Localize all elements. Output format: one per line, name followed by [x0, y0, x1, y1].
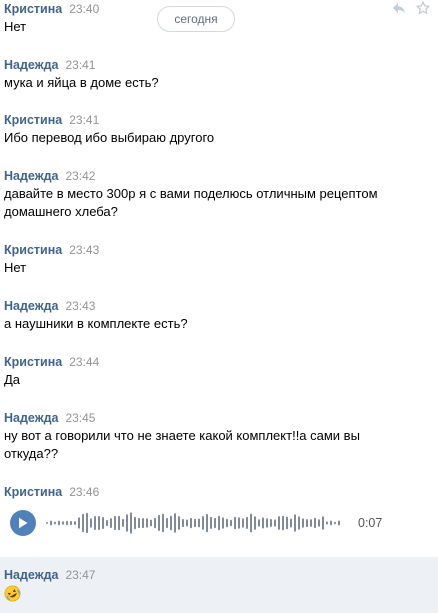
rolling-on-floor-laughing-emoji	[4, 585, 21, 602]
message-text: а наушники в комплекте есть?	[4, 316, 188, 331]
message[interactable]: Надежда 23:41 мука и яйца в доме есть?	[0, 56, 438, 92]
message[interactable]: Надежда 23:45 ну вот а говорили что не зн…	[0, 409, 438, 463]
voice-duration: 0:07	[358, 516, 383, 530]
message-author[interactable]: Кристина	[4, 113, 62, 127]
message-time[interactable]: 23:41	[69, 113, 99, 127]
message-time[interactable]: 23:47	[65, 568, 95, 582]
message-time[interactable]: 23:42	[65, 169, 95, 183]
message-author[interactable]: Кристина	[4, 355, 62, 369]
message-time[interactable]: 23:40	[69, 2, 99, 16]
chat-history: Кристина 23:40 Нет сегодня Надежда 23:41 м…	[0, 0, 438, 613]
date-divider: сегодня	[157, 6, 235, 32]
message-time[interactable]: 23:46	[69, 485, 99, 499]
message-author[interactable]: Кристина	[4, 243, 62, 257]
message-actions	[392, 0, 430, 16]
message-author[interactable]: Надежда	[4, 169, 58, 183]
message[interactable]: Кристина 23:44 Да	[0, 353, 438, 389]
message-author[interactable]: Надежда	[4, 411, 58, 425]
message-text: Нет	[4, 260, 27, 275]
message-text: Ибо перевод ибо выбираю другого	[4, 130, 215, 145]
message-time[interactable]: 23:43	[65, 299, 95, 313]
message[interactable]: Кристина 23:43 Нет	[0, 241, 438, 277]
message-time[interactable]: 23:43	[69, 243, 99, 257]
message-text: давайте в место 300р я с вами поделюсь о…	[4, 186, 378, 219]
message[interactable]: Надежда 23:42 давайте в место 300р я с ва…	[0, 167, 438, 221]
message-text: мука и яйца в доме есть?	[4, 75, 159, 90]
message-author[interactable]: Надежда	[4, 568, 58, 582]
star-icon[interactable]	[416, 1, 430, 15]
voice-message: 0:07	[10, 510, 430, 536]
message-time[interactable]: 23:45	[65, 411, 95, 425]
message-time[interactable]: 23:41	[65, 58, 95, 72]
message[interactable]: Надежда 23:43 а наушники в комплекте есть…	[0, 297, 438, 333]
voice-waveform[interactable]	[46, 511, 344, 535]
message[interactable]: Кристина 23:41 Ибо перевод ибо выбираю др…	[0, 111, 438, 147]
message-time[interactable]: 23:44	[69, 355, 99, 369]
message-text: ну вот а говорили что не знаете какой ко…	[4, 428, 360, 461]
message-author[interactable]: Кристина	[4, 485, 62, 499]
reply-arrow-icon[interactable]	[392, 1, 406, 15]
message-author[interactable]: Надежда	[4, 58, 58, 72]
play-button[interactable]	[10, 510, 36, 536]
message-author[interactable]: Кристина	[4, 2, 62, 16]
message-text: Да	[4, 372, 21, 387]
message-author[interactable]: Надежда	[4, 299, 58, 313]
play-icon	[19, 517, 28, 529]
message[interactable]: Надежда 23:47	[0, 557, 438, 613]
